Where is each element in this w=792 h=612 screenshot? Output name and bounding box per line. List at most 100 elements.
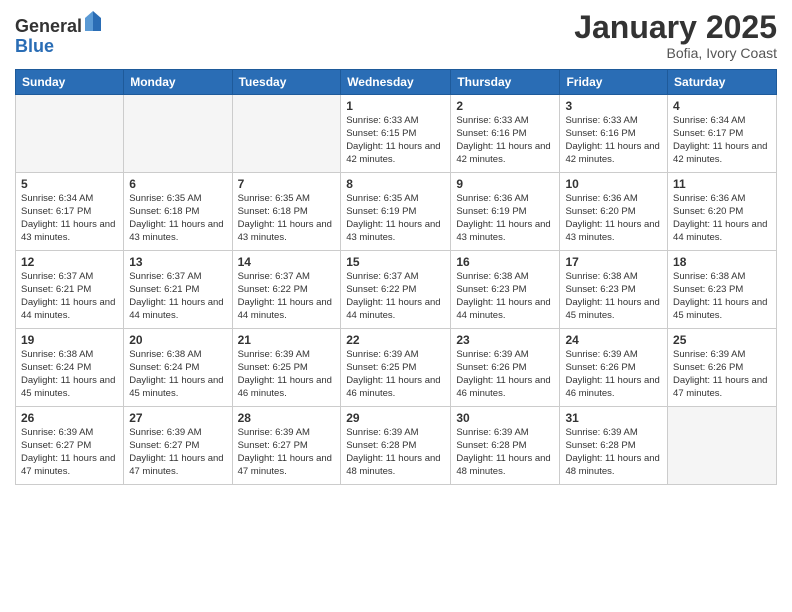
week-row-2: 5Sunrise: 6:34 AM Sunset: 6:17 PM Daylig… [16,173,777,251]
day-number: 17 [565,255,662,269]
day-number: 4 [673,99,771,113]
day-number: 7 [238,177,336,191]
title-block: January 2025 Bofia, Ivory Coast [574,10,777,61]
calendar-cell: 5Sunrise: 6:34 AM Sunset: 6:17 PM Daylig… [16,173,124,251]
day-info: Sunrise: 6:35 AM Sunset: 6:19 PM Dayligh… [346,193,445,244]
calendar-cell: 16 Sunrise: 6:38 AM Sunset: 6:23 PM Dayli… [451,251,560,329]
day-info: Sunrise: 6:39 AM Sunset: 6:27 PM Dayligh… [21,427,118,478]
day-info: Sunrise: 6:37 AM Sunset: 6:21 PM Dayligh… [129,271,226,322]
day-info: Sunrise: 6:33 AM Sunset: 6:16 PM Dayligh… [565,115,662,166]
day-number: 2 [456,99,554,113]
logo-blue: Blue [15,36,54,56]
calendar-cell: 21 Sunrise: 6:39 AM Sunset: 6:25 PM Dayli… [232,329,341,407]
day-number: 19 [21,333,118,347]
calendar-header-row: SundayMondayTuesdayWednesdayThursdayFrid… [16,70,777,95]
day-info: Sunrise: 6:38 AM Sunset: 6:24 PM Dayligh… [21,349,118,400]
calendar-cell [124,95,232,173]
calendar-cell: 18Sunrise: 6:38 AM Sunset: 6:23 PM Dayli… [668,251,777,329]
day-number: 15 [346,255,445,269]
day-number: 21 [238,333,336,347]
calendar-cell [668,407,777,485]
day-number: 6 [129,177,226,191]
col-header-monday: Monday [124,70,232,95]
day-info: Sunrise: 6:39 AM Sunset: 6:25 PM Dayligh… [346,349,445,400]
day-info: Sunrise: 6:36 AM Sunset: 6:20 PM Dayligh… [673,193,771,244]
col-header-wednesday: Wednesday [341,70,451,95]
calendar-cell: 28Sunrise: 6:39 AM Sunset: 6:27 PM Dayli… [232,407,341,485]
calendar: SundayMondayTuesdayWednesdayThursdayFrid… [15,69,777,485]
calendar-cell: 19 Sunrise: 6:38 AM Sunset: 6:24 PM Dayli… [16,329,124,407]
calendar-cell: 20Sunrise: 6:38 AM Sunset: 6:24 PM Dayli… [124,329,232,407]
header: General Blue January 2025 Bofia, Ivory C… [15,10,777,61]
day-number: 30 [456,411,554,425]
day-info: Sunrise: 6:37 AM Sunset: 6:21 PM Dayligh… [21,271,118,322]
day-info: Sunrise: 6:39 AM Sunset: 6:25 PM Dayligh… [238,349,336,400]
day-info: Sunrise: 6:34 AM Sunset: 6:17 PM Dayligh… [673,115,771,166]
day-info: Sunrise: 6:39 AM Sunset: 6:28 PM Dayligh… [456,427,554,478]
day-info: Sunrise: 6:39 AM Sunset: 6:27 PM Dayligh… [238,427,336,478]
logo-icon [84,10,102,32]
week-row-3: 12 Sunrise: 6:37 AM Sunset: 6:21 PM Dayli… [16,251,777,329]
page: General Blue January 2025 Bofia, Ivory C… [0,0,792,612]
month-title: January 2025 [574,10,777,45]
calendar-cell: 10 Sunrise: 6:36 AM Sunset: 6:20 PM Dayli… [560,173,668,251]
calendar-cell: 6 Sunrise: 6:35 AM Sunset: 6:18 PM Daylig… [124,173,232,251]
day-number: 25 [673,333,771,347]
week-row-1: 1Sunrise: 6:33 AM Sunset: 6:15 PM Daylig… [16,95,777,173]
calendar-cell: 4 Sunrise: 6:34 AM Sunset: 6:17 PM Daylig… [668,95,777,173]
calendar-cell: 7 Sunrise: 6:35 AM Sunset: 6:18 PM Daylig… [232,173,341,251]
day-number: 1 [346,99,445,113]
day-info: Sunrise: 6:39 AM Sunset: 6:26 PM Dayligh… [456,349,554,400]
col-header-saturday: Saturday [668,70,777,95]
day-info: Sunrise: 6:38 AM Sunset: 6:24 PM Dayligh… [129,349,226,400]
day-info: Sunrise: 6:33 AM Sunset: 6:16 PM Dayligh… [456,115,554,166]
logo: General Blue [15,10,102,57]
day-info: Sunrise: 6:39 AM Sunset: 6:28 PM Dayligh… [565,427,662,478]
calendar-cell: 25 Sunrise: 6:39 AM Sunset: 6:26 PM Dayli… [668,329,777,407]
day-number: 10 [565,177,662,191]
day-info: Sunrise: 6:38 AM Sunset: 6:23 PM Dayligh… [456,271,554,322]
calendar-cell: 1Sunrise: 6:33 AM Sunset: 6:15 PM Daylig… [341,95,451,173]
col-header-sunday: Sunday [16,70,124,95]
logo-general: General [15,16,82,36]
day-number: 13 [129,255,226,269]
calendar-cell: 31Sunrise: 6:39 AM Sunset: 6:28 PM Dayli… [560,407,668,485]
calendar-cell: 26 Sunrise: 6:39 AM Sunset: 6:27 PM Dayli… [16,407,124,485]
week-row-5: 26 Sunrise: 6:39 AM Sunset: 6:27 PM Dayli… [16,407,777,485]
day-info: Sunrise: 6:39 AM Sunset: 6:27 PM Dayligh… [129,427,226,478]
day-info: Sunrise: 6:35 AM Sunset: 6:18 PM Dayligh… [129,193,226,244]
day-info: Sunrise: 6:35 AM Sunset: 6:18 PM Dayligh… [238,193,336,244]
day-number: 23 [456,333,554,347]
day-info: Sunrise: 6:39 AM Sunset: 6:26 PM Dayligh… [565,349,662,400]
calendar-cell: 2 Sunrise: 6:33 AM Sunset: 6:16 PM Daylig… [451,95,560,173]
calendar-cell: 24 Sunrise: 6:39 AM Sunset: 6:26 PM Dayli… [560,329,668,407]
col-header-friday: Friday [560,70,668,95]
day-info: Sunrise: 6:36 AM Sunset: 6:20 PM Dayligh… [565,193,662,244]
day-info: Sunrise: 6:36 AM Sunset: 6:19 PM Dayligh… [456,193,554,244]
col-header-tuesday: Tuesday [232,70,341,95]
day-number: 8 [346,177,445,191]
calendar-cell: 14Sunrise: 6:37 AM Sunset: 6:22 PM Dayli… [232,251,341,329]
calendar-cell: 29Sunrise: 6:39 AM Sunset: 6:28 PM Dayli… [341,407,451,485]
col-header-thursday: Thursday [451,70,560,95]
day-number: 24 [565,333,662,347]
day-number: 3 [565,99,662,113]
day-number: 26 [21,411,118,425]
day-info: Sunrise: 6:39 AM Sunset: 6:28 PM Dayligh… [346,427,445,478]
day-info: Sunrise: 6:39 AM Sunset: 6:26 PM Dayligh… [673,349,771,400]
calendar-cell: 27Sunrise: 6:39 AM Sunset: 6:27 PM Dayli… [124,407,232,485]
day-info: Sunrise: 6:34 AM Sunset: 6:17 PM Dayligh… [21,193,118,244]
week-row-4: 19 Sunrise: 6:38 AM Sunset: 6:24 PM Dayli… [16,329,777,407]
day-number: 12 [21,255,118,269]
day-number: 16 [456,255,554,269]
calendar-cell: 3 Sunrise: 6:33 AM Sunset: 6:16 PM Daylig… [560,95,668,173]
calendar-cell [16,95,124,173]
calendar-cell: 9 Sunrise: 6:36 AM Sunset: 6:19 PM Daylig… [451,173,560,251]
calendar-cell: 15Sunrise: 6:37 AM Sunset: 6:22 PM Dayli… [341,251,451,329]
calendar-cell: 17Sunrise: 6:38 AM Sunset: 6:23 PM Dayli… [560,251,668,329]
day-number: 9 [456,177,554,191]
location: Bofia, Ivory Coast [574,45,777,61]
calendar-cell: 13 Sunrise: 6:37 AM Sunset: 6:21 PM Dayli… [124,251,232,329]
calendar-cell [232,95,341,173]
day-number: 11 [673,177,771,191]
